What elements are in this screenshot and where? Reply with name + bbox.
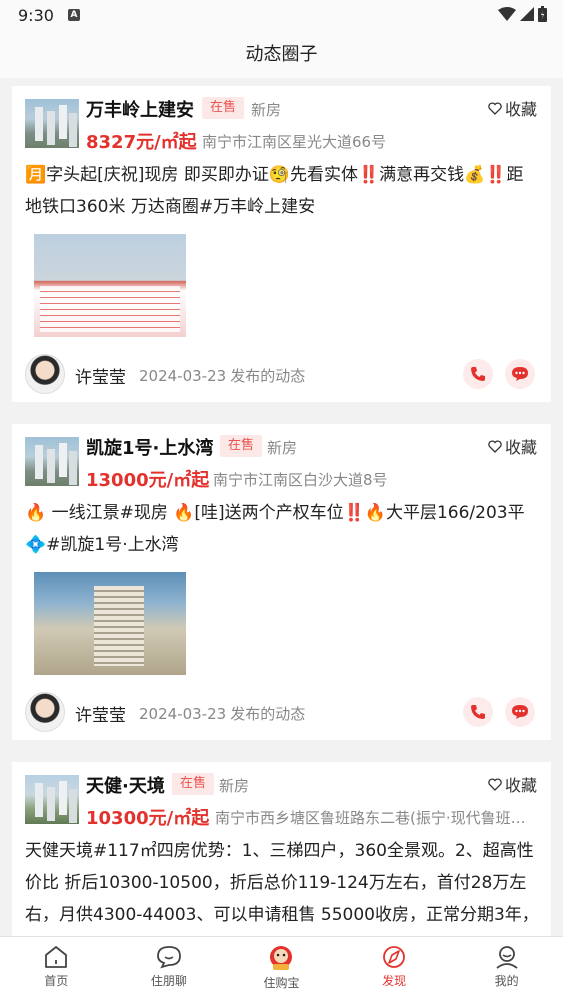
tab-label: 住购宝 — [263, 976, 300, 990]
favorite-label: 收藏 — [504, 438, 537, 457]
post-image[interactable] — [34, 572, 186, 675]
post-text: 🔥 一线江景#现房 🔥[哇]送两个产权车位‼️🔥大平层166/203平💠#凯旋1… — [25, 503, 525, 555]
message-button[interactable] — [505, 697, 535, 727]
status-badge: 在售 — [202, 97, 245, 119]
post-suffix: 发布的动态 — [230, 367, 306, 385]
notification-icon: A — [68, 9, 80, 21]
tab-label: 住朋聊 — [150, 974, 187, 988]
heart-icon — [488, 101, 502, 115]
post-image[interactable] — [34, 234, 186, 337]
chat-bubble-icon — [156, 946, 181, 969]
property-thumbnail[interactable] — [25, 99, 79, 148]
property-name[interactable]: 万丰岭上建安 — [86, 96, 194, 122]
compass-icon — [383, 946, 405, 968]
status-time: 9:30 — [18, 6, 54, 25]
title-bar: 动态圈子 — [0, 32, 563, 78]
tab-home[interactable]: 首页 — [0, 937, 113, 1000]
address: 南宁市西乡塘区鲁班路东二巷(振宁·现代鲁班东... — [215, 809, 539, 827]
price: 8327元/㎡起 — [86, 132, 197, 153]
post-text: 天健天境#117㎡四房优势：1、三梯四户，360全景观。2、超高性价比 折后10… — [25, 841, 539, 925]
phone-icon — [471, 705, 485, 719]
property-type: 新房 — [267, 439, 298, 457]
agent-name[interactable]: 许莹莹 — [75, 363, 126, 388]
agent-name[interactable]: 许莹莹 — [75, 701, 126, 726]
favorite-button[interactable]: 收藏 — [488, 96, 537, 120]
call-button[interactable] — [463, 359, 493, 389]
home-icon — [45, 946, 68, 968]
property-thumbnail[interactable] — [25, 437, 79, 486]
status-badge: 在售 — [220, 435, 263, 457]
favorite-label: 收藏 — [504, 100, 537, 119]
page-title: 动态圈子 — [245, 44, 318, 65]
phone-icon — [471, 367, 485, 381]
post-card[interactable]: 凯旋1号·上水湾 在售 新房 收藏 13000元/㎡起 南宁市江南区白沙大道8号… — [12, 424, 551, 740]
call-button[interactable] — [463, 697, 493, 727]
post-text: 🈷️字头起[庆祝]现房 即买即办证🧐先看实体‼️满意再交钱💰‼️距地铁口360米… — [25, 165, 524, 217]
tab-label: 发现 — [382, 974, 407, 988]
post-feed[interactable]: 万丰岭上建安 在售 新房 收藏 8327元/㎡起 南宁市江南区星光大道66号 🈷… — [0, 78, 563, 936]
tab-shop[interactable]: 住购宝 — [225, 937, 338, 1000]
wifi-icon — [498, 7, 516, 21]
tab-label: 我的 — [494, 974, 519, 988]
profile-icon — [496, 946, 518, 969]
status-bar: 9:30 A — [0, 0, 563, 32]
signal-icon — [520, 7, 534, 21]
favorite-label: 收藏 — [504, 776, 537, 795]
post-date: 2024-03-23 — [139, 367, 227, 385]
bottom-tab-bar: 首页 住朋聊 住购宝 发现 我的 — [0, 936, 563, 1000]
chat-icon — [512, 705, 528, 719]
agent-avatar[interactable] — [25, 692, 65, 732]
post-meta: 2024-03-23 发布的动态 — [139, 365, 305, 386]
heart-icon — [488, 439, 502, 453]
property-type: 新房 — [251, 101, 282, 119]
price: 13000元/㎡起 — [86, 470, 210, 491]
message-button[interactable] — [505, 359, 535, 389]
chat-icon — [512, 367, 528, 381]
price: 10300元/㎡起 — [86, 808, 210, 829]
tab-profile[interactable]: 我的 — [450, 937, 563, 1000]
post-meta: 2024-03-23 发布的动态 — [139, 703, 305, 724]
tab-label: 首页 — [44, 974, 69, 988]
post-suffix: 发布的动态 — [230, 705, 306, 723]
address: 南宁市江南区星光大道66号 — [202, 133, 387, 151]
battery-icon — [538, 6, 547, 22]
favorite-button[interactable]: 收藏 — [488, 772, 537, 796]
property-thumbnail[interactable] — [25, 775, 79, 824]
post-date: 2024-03-23 — [139, 705, 227, 723]
post-card[interactable]: 天健·天境 在售 新房 收藏 10300元/㎡起 南宁市西乡塘区鲁班路东二巷(振… — [12, 762, 551, 936]
address: 南宁市江南区白沙大道8号 — [213, 471, 388, 489]
system-icons — [498, 6, 547, 22]
status-badge: 在售 — [172, 773, 215, 795]
agent-avatar[interactable] — [25, 354, 65, 394]
heart-icon — [488, 777, 502, 791]
tab-chat[interactable]: 住朋聊 — [113, 937, 226, 1000]
property-name[interactable]: 天健·天境 — [86, 772, 165, 798]
property-type: 新房 — [219, 777, 250, 795]
property-name[interactable]: 凯旋1号·上水湾 — [86, 434, 213, 460]
post-card[interactable]: 万丰岭上建安 在售 新房 收藏 8327元/㎡起 南宁市江南区星光大道66号 🈷… — [12, 86, 551, 402]
mascot-icon — [270, 946, 293, 970]
favorite-button[interactable]: 收藏 — [488, 434, 537, 458]
tab-discover[interactable]: 发现 — [338, 937, 451, 1000]
